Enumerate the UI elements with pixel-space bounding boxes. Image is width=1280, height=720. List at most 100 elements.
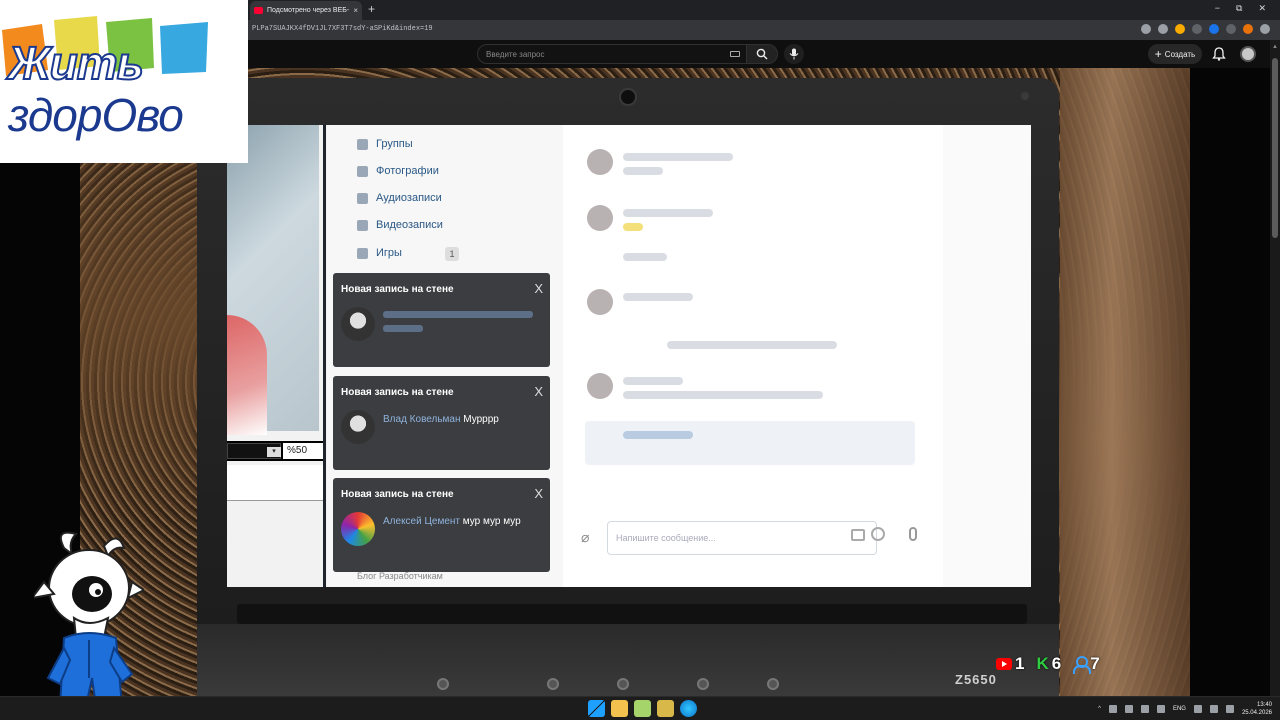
attach-paperclip-icon[interactable]: ⌀ xyxy=(581,529,589,546)
extension-icon[interactable] xyxy=(1175,24,1185,34)
vk-menu-groups[interactable]: Группы xyxy=(357,135,413,153)
blurred-text xyxy=(623,153,733,161)
laptop-hinge xyxy=(237,604,1027,624)
channel-logo: Жить здорОво xyxy=(0,0,248,163)
blurred-text xyxy=(623,253,667,261)
vk-menu-label: Группы xyxy=(376,138,413,150)
keyboard-icon[interactable] xyxy=(730,51,740,57)
emoji-icon[interactable] xyxy=(871,527,885,541)
extension-icons xyxy=(1141,24,1270,34)
edge-browser-icon[interactable] xyxy=(680,700,697,717)
create-button[interactable]: + Создать xyxy=(1148,44,1202,64)
speaker-icon[interactable] xyxy=(1209,705,1218,713)
blurred-text xyxy=(623,391,823,399)
blurred-text xyxy=(623,431,693,439)
account-avatar[interactable] xyxy=(1240,46,1256,62)
notepad-icon[interactable] xyxy=(634,700,651,717)
laptop-button xyxy=(437,678,449,690)
camera-icon[interactable] xyxy=(851,529,865,541)
vk-menu-audio[interactable]: Аудиозаписи xyxy=(357,189,442,207)
blurred-text xyxy=(383,311,533,318)
stream-stats: 1 K 6 7 xyxy=(996,654,1100,674)
file-explorer-icon[interactable] xyxy=(611,700,628,717)
scroll-up-arrow-icon[interactable]: ▲ xyxy=(1272,44,1278,50)
vk-menu-video[interactable]: Видеозаписи xyxy=(357,216,443,234)
user-icon xyxy=(1073,656,1092,674)
search-button[interactable] xyxy=(746,44,778,64)
extension-icon[interactable] xyxy=(1192,24,1202,34)
notifications-bell-icon[interactable] xyxy=(1211,46,1227,62)
notification-close-button[interactable]: X xyxy=(534,384,543,399)
youtube-viewers-count: 1 xyxy=(1015,654,1025,673)
vk-menu-photos[interactable]: Фотографии xyxy=(357,162,439,180)
message-placeholder: Напишите сообщение... xyxy=(616,533,716,543)
language-indicator[interactable]: ENG xyxy=(1173,706,1186,712)
message-input[interactable]: Напишите сообщение... xyxy=(607,521,877,555)
notification-title: Новая запись на стене xyxy=(341,489,454,500)
gamepad-icon xyxy=(357,247,368,259)
microphone-icon[interactable] xyxy=(909,527,917,541)
preview-panel xyxy=(227,465,325,501)
clock-date: 25.04.2026 xyxy=(1241,710,1272,716)
zoom-field[interactable]: %50 xyxy=(283,443,323,459)
voice-search-button[interactable] xyxy=(784,44,804,64)
extension-icon[interactable] xyxy=(1209,24,1219,34)
total-viewers-stat: 7 xyxy=(1073,654,1100,674)
author-name: Влад Ковельман xyxy=(383,414,461,425)
notification-author[interactable]: Алексей Цемент мур мур мур xyxy=(383,516,521,527)
url-text[interactable]: PLPa7SUAJKX4fDV1JL7XF3T7sdY-aSPiKd&index… xyxy=(252,25,433,33)
tray-app-icon[interactable] xyxy=(1108,705,1117,713)
vk-menu-label: Видеозаписи xyxy=(376,219,443,231)
notification-author[interactable]: Влад Ковельман Мурррр xyxy=(383,414,499,425)
translate-icon[interactable] xyxy=(1141,24,1151,34)
vk-menu-games[interactable]: Игры xyxy=(357,244,402,262)
notification-close-button[interactable]: X xyxy=(534,281,543,296)
clock[interactable]: 13:40 25.04.2026 xyxy=(1242,701,1272,717)
youtube-viewers-stat: 1 xyxy=(996,654,1024,674)
volume-icon[interactable] xyxy=(1156,705,1165,713)
avatar xyxy=(587,289,613,315)
browser-tab[interactable]: Подсмотрено через ВЕБ-КАМ × xyxy=(250,1,362,20)
wall-notification[interactable]: Новая запись на стене X Влад Ковельман М… xyxy=(333,376,550,470)
laptop-bumper xyxy=(1021,92,1029,100)
camera-icon xyxy=(357,165,368,177)
wall-notification[interactable]: Новая запись на стене X Алексей Цемент м… xyxy=(333,478,550,572)
telegram-icon[interactable] xyxy=(1124,705,1133,713)
extension-icon[interactable] xyxy=(1226,24,1236,34)
chevron-down-icon[interactable]: ▾ xyxy=(267,447,281,457)
webcam-preview xyxy=(227,125,319,435)
search-icon xyxy=(756,48,768,60)
plus-icon: + xyxy=(1154,47,1162,61)
bookmark-star-icon[interactable] xyxy=(1158,24,1168,34)
vk-footer-links[interactable]: Блог Разработчикам xyxy=(357,571,443,581)
tab-close-button[interactable]: × xyxy=(353,6,358,15)
notification-close-button[interactable]: X xyxy=(534,486,543,501)
minimize-button[interactable]: − xyxy=(1215,3,1220,14)
page-scrollbar[interactable]: ▲ xyxy=(1270,40,1280,696)
games-count-badge: 1 xyxy=(445,247,459,261)
search-input[interactable]: Введите запрос xyxy=(477,44,747,64)
notification-avatar xyxy=(341,512,375,546)
profile-icon[interactable] xyxy=(1243,24,1253,34)
laptop-screen: ▾ %50 Группы Фотографии Аудиозаписи Виде… xyxy=(227,125,1031,587)
blurred-emoji xyxy=(623,223,643,231)
create-label: Создать xyxy=(1164,49,1196,59)
scrollbar-thumb[interactable] xyxy=(1272,58,1278,238)
wall-notification[interactable]: Новая запись на стене X xyxy=(333,273,550,367)
menu-icon[interactable] xyxy=(1260,24,1270,34)
close-window-button[interactable]: ✕ xyxy=(1258,3,1266,14)
maximize-button[interactable]: ⧉ xyxy=(1236,3,1242,14)
groups-icon xyxy=(357,138,368,150)
window-controls: − ⧉ ✕ xyxy=(1215,3,1266,14)
network-icon[interactable] xyxy=(1193,705,1202,713)
chevron-up-icon[interactable]: ^ xyxy=(1098,706,1101,712)
laptop-button xyxy=(697,678,709,690)
new-tab-button[interactable]: + xyxy=(368,2,375,16)
logo-text-line1: Жить xyxy=(7,36,145,90)
app-icon[interactable] xyxy=(657,700,674,717)
notification-text: Мурррр xyxy=(463,414,499,425)
battery-icon[interactable] xyxy=(1225,705,1234,713)
author-name: Алексей Цемент xyxy=(383,516,460,527)
microphone-icon[interactable] xyxy=(1140,705,1149,713)
windows-start-icon[interactable] xyxy=(588,700,605,717)
